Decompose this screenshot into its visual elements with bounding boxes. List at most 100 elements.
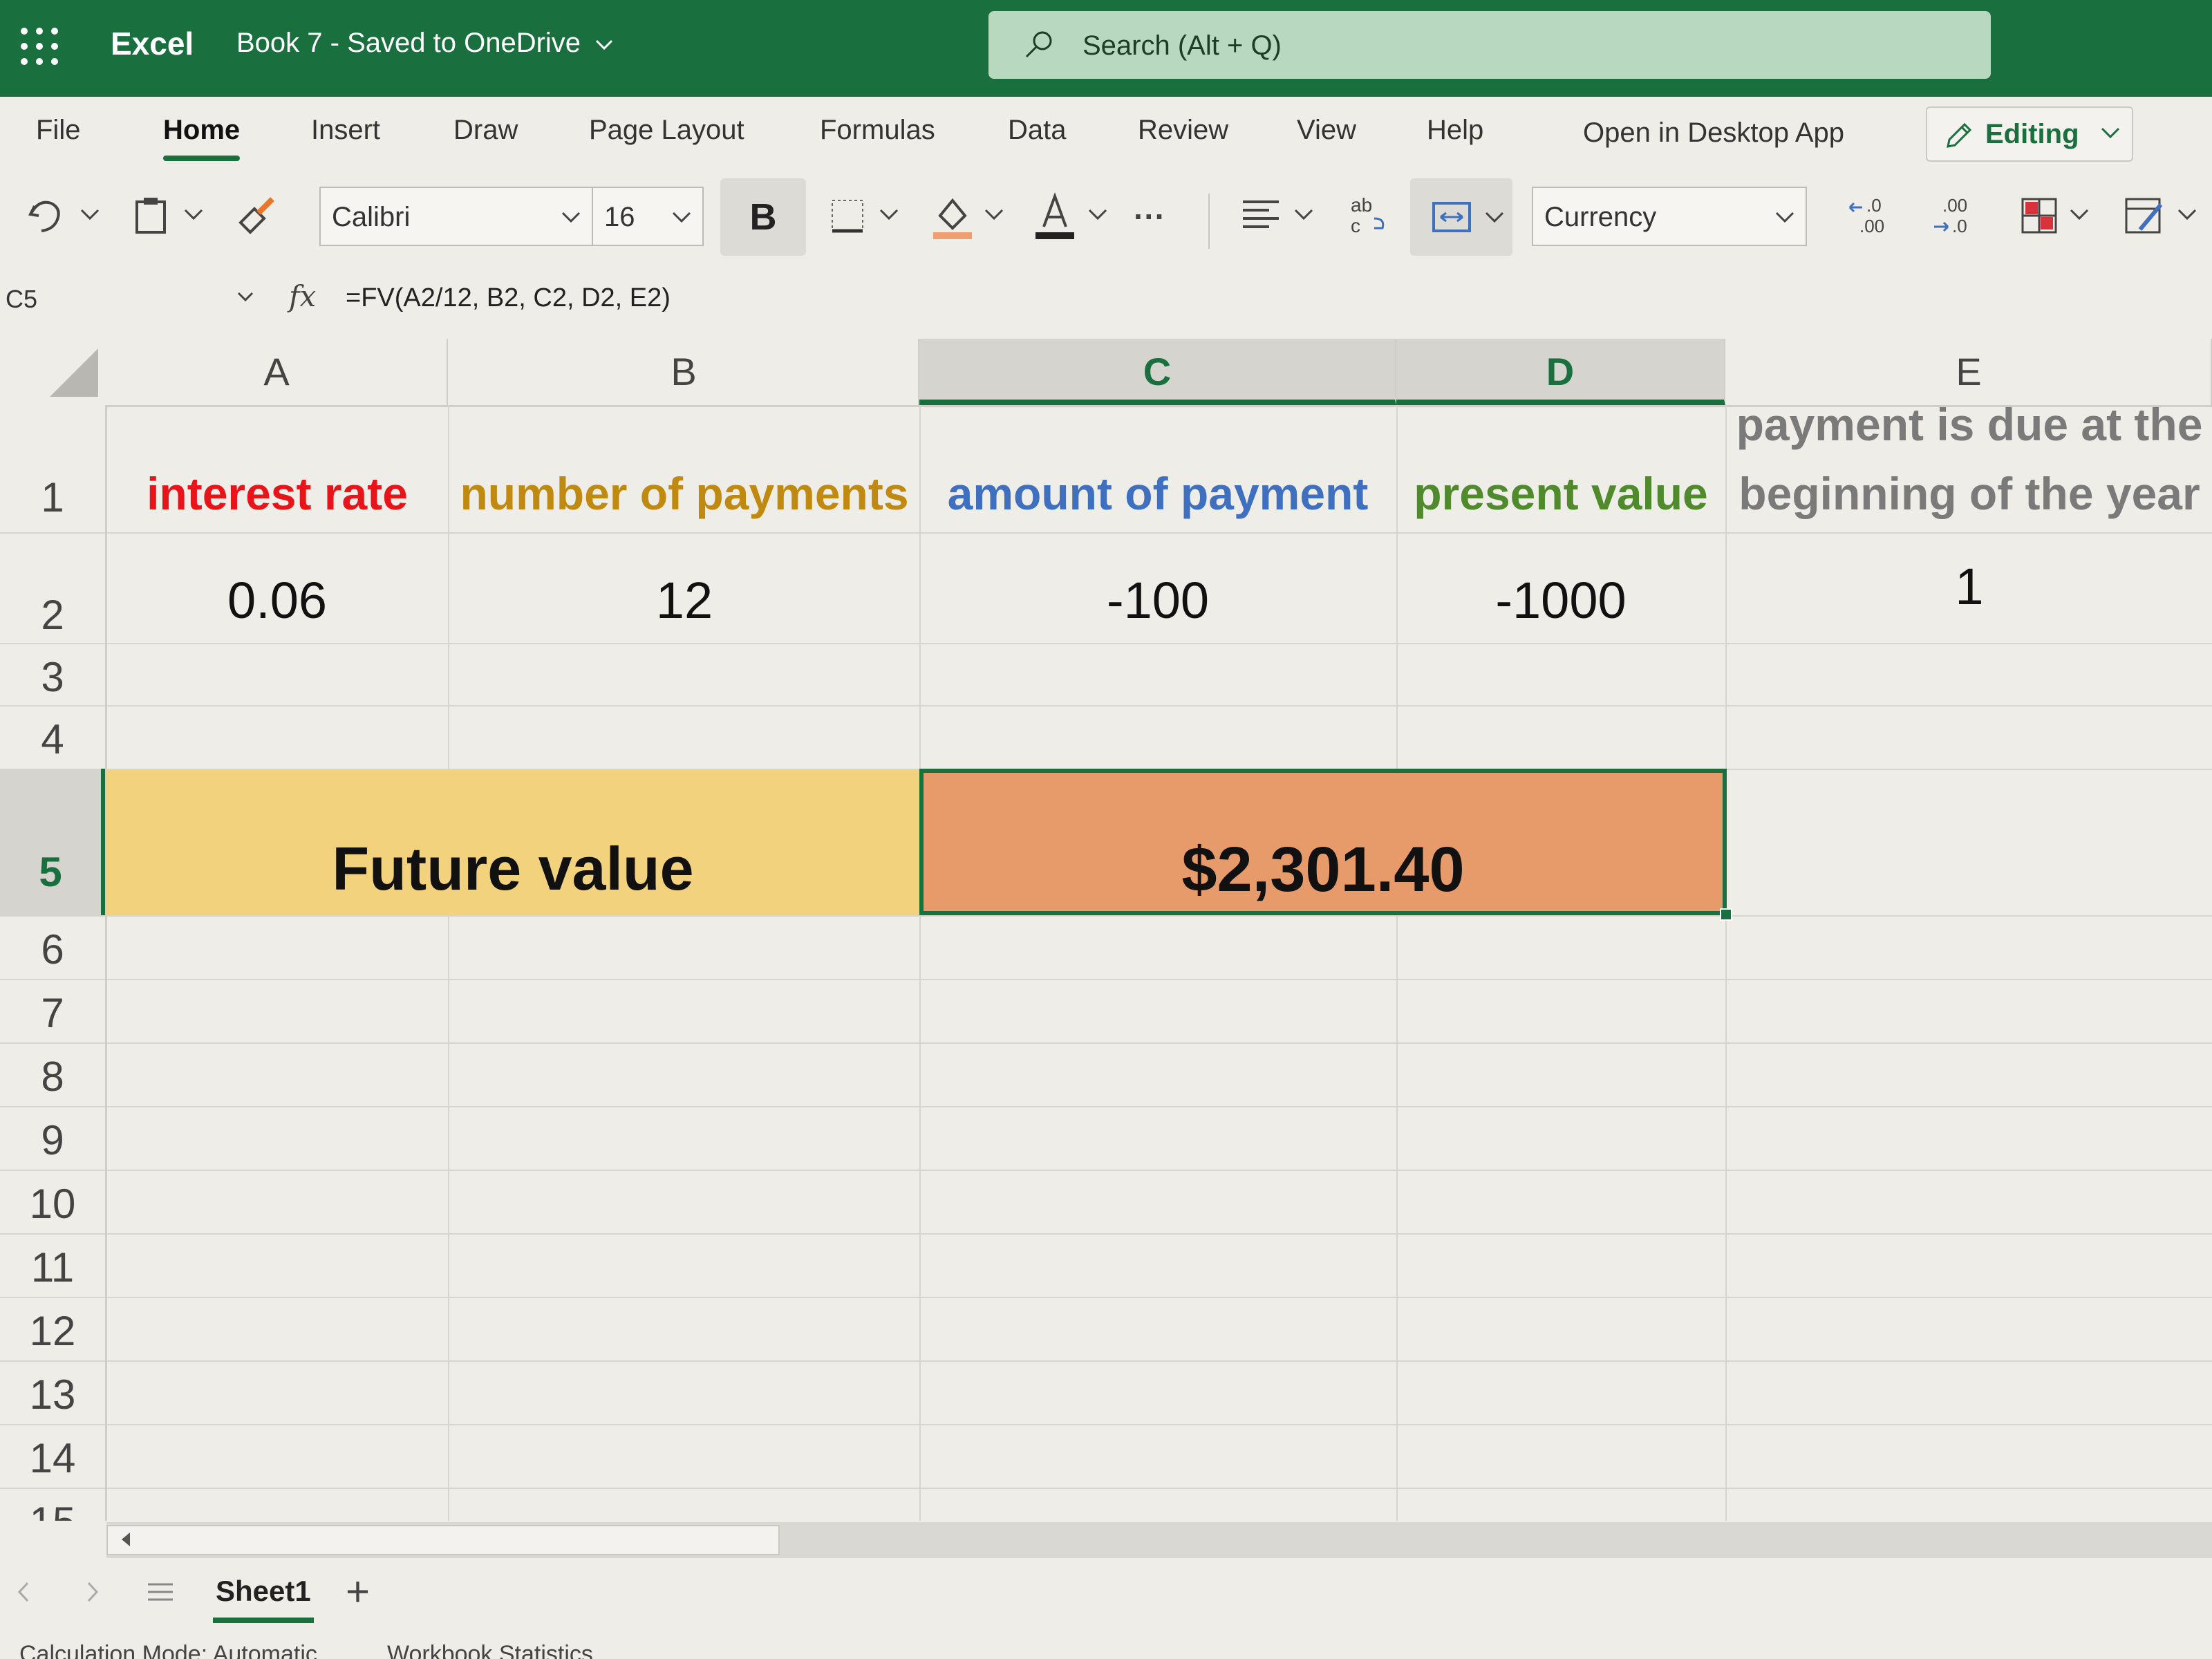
- chevron-down-icon: [1485, 212, 1504, 223]
- add-sheet-button[interactable]: +: [346, 1568, 370, 1615]
- row-header-1[interactable]: 1: [0, 463, 105, 532]
- row-header-7[interactable]: 7: [0, 979, 105, 1042]
- previous-sheet-icon[interactable]: [14, 1575, 35, 1609]
- wrap-text-icon[interactable]: ab c: [1347, 191, 1391, 239]
- cell-b2[interactable]: 12: [449, 571, 919, 630]
- undo-chevron-icon[interactable]: [77, 202, 102, 227]
- merge-center-button[interactable]: [1410, 178, 1512, 256]
- fill-handle[interactable]: [1720, 908, 1732, 921]
- chevron-down-icon[interactable]: [235, 286, 256, 307]
- tab-view[interactable]: View: [1297, 115, 1356, 146]
- conditional-formatting-chevron-icon[interactable]: [2067, 202, 2092, 227]
- scrollbar-thumb[interactable]: [106, 1525, 780, 1555]
- more-options-icon[interactable]: ···: [1134, 198, 1165, 246]
- app-name[interactable]: Excel: [111, 25, 194, 62]
- font-color-icon[interactable]: [1033, 191, 1077, 239]
- row-header-5[interactable]: 5: [0, 769, 105, 915]
- tab-draw[interactable]: Draw: [453, 115, 518, 146]
- row-header-3[interactable]: 3: [0, 643, 105, 705]
- row-header-12[interactable]: 12: [0, 1297, 105, 1360]
- cell-b1[interactable]: number of payments: [449, 467, 919, 520]
- row-header-11[interactable]: 11: [0, 1233, 105, 1297]
- grid-line: [0, 979, 2212, 980]
- tab-page-layout[interactable]: Page Layout: [589, 115, 744, 146]
- chevron-down-icon: [2100, 119, 2121, 153]
- horizontal-scrollbar[interactable]: [106, 1522, 2212, 1558]
- cell-a2[interactable]: 0.06: [106, 571, 448, 630]
- sheet-tab-sheet1[interactable]: Sheet1: [213, 1575, 314, 1623]
- document-title-text: Book 7 - Saved to OneDrive: [236, 28, 581, 58]
- column-header-a[interactable]: A: [106, 339, 448, 405]
- tab-review[interactable]: Review: [1138, 115, 1228, 146]
- svg-text:.00: .00: [1942, 195, 1967, 216]
- cell-a5-merged[interactable]: Future value: [106, 834, 919, 904]
- row-header-6[interactable]: 6: [0, 915, 105, 979]
- app-launcher-icon[interactable]: [21, 28, 59, 66]
- undo-icon[interactable]: [25, 191, 68, 239]
- calculation-mode[interactable]: Calculation Mode: Automatic: [19, 1641, 317, 1659]
- borders-chevron-icon[interactable]: [877, 202, 901, 227]
- paste-icon[interactable]: [131, 191, 171, 239]
- cell-d2[interactable]: -1000: [1396, 571, 1725, 630]
- open-in-desktop-app-button[interactable]: Open in Desktop App: [1583, 118, 1844, 149]
- column-header-e[interactable]: E: [1727, 339, 2212, 405]
- font-size-select[interactable]: 16: [592, 187, 704, 246]
- row-header-2[interactable]: 2: [0, 588, 105, 643]
- workbook-statistics[interactable]: Workbook Statistics: [387, 1641, 593, 1659]
- cell-c2[interactable]: -100: [919, 571, 1396, 630]
- selection-row-indicator: [101, 770, 105, 915]
- row-header-10[interactable]: 10: [0, 1170, 105, 1233]
- editing-mode-button[interactable]: Editing: [1926, 106, 2133, 162]
- row-header-13[interactable]: 13: [0, 1360, 105, 1424]
- tab-file[interactable]: File: [36, 115, 80, 146]
- font-name-select[interactable]: Calibri: [319, 187, 593, 246]
- search-input[interactable]: Search (Alt + Q): [988, 11, 1991, 79]
- font-color-chevron-icon[interactable]: [1085, 202, 1110, 227]
- align-chevron-icon[interactable]: [1291, 202, 1316, 227]
- cell-e2[interactable]: 1: [1727, 557, 2212, 616]
- column-header-d[interactable]: D: [1396, 339, 1725, 405]
- conditional-formatting-icon[interactable]: [2018, 191, 2060, 239]
- scroll-left-icon[interactable]: [116, 1529, 137, 1550]
- select-all-button[interactable]: [50, 348, 98, 397]
- fill-color-icon[interactable]: [930, 191, 975, 239]
- align-icon[interactable]: [1239, 191, 1283, 239]
- decrease-decimal-icon[interactable]: .00 .0: [1929, 191, 1977, 239]
- row-header-14[interactable]: 14: [0, 1424, 105, 1488]
- row-header-4[interactable]: 4: [0, 705, 105, 769]
- fill-color-chevron-icon[interactable]: [982, 202, 1006, 227]
- grid-line: [0, 1233, 2212, 1235]
- row-header-9[interactable]: 9: [0, 1106, 105, 1170]
- format-painter-icon[interactable]: [234, 191, 282, 239]
- row-header-8[interactable]: 8: [0, 1042, 105, 1106]
- document-title[interactable]: Book 7 - Saved to OneDrive: [236, 28, 613, 59]
- format-as-table-icon[interactable]: [2122, 191, 2168, 239]
- cell-a1[interactable]: interest rate: [106, 467, 448, 520]
- column-header-b[interactable]: B: [449, 339, 919, 405]
- tab-help[interactable]: Help: [1427, 115, 1483, 146]
- tab-insert[interactable]: Insert: [311, 115, 380, 146]
- bold-button[interactable]: B: [720, 178, 806, 256]
- next-sheet-icon[interactable]: [82, 1575, 102, 1609]
- increase-decimal-icon[interactable]: .0 .00: [1846, 191, 1894, 239]
- tab-data[interactable]: Data: [1008, 115, 1067, 146]
- name-box[interactable]: C5: [6, 285, 37, 314]
- paste-chevron-icon[interactable]: [181, 202, 206, 227]
- format-as-table-chevron-icon[interactable]: [2175, 202, 2200, 227]
- cell-e1-line1[interactable]: payment is due at the: [1727, 398, 2212, 451]
- number-format-value: Currency: [1544, 202, 1657, 232]
- borders-icon[interactable]: [828, 191, 867, 239]
- tab-formulas[interactable]: Formulas: [820, 115, 935, 146]
- spreadsheet-grid[interactable]: A B C D E 1 2 3 4 5 6 7 8 9 10 11 12 13 …: [0, 339, 2212, 1521]
- cell-e1-line2[interactable]: beginning of the year: [1727, 467, 2212, 520]
- cell-d1[interactable]: present value: [1396, 467, 1725, 520]
- all-sheets-menu-icon[interactable]: [145, 1575, 176, 1609]
- cell-c1[interactable]: amount of payment: [919, 467, 1396, 520]
- formula-input[interactable]: =FV(A2/12, B2, C2, D2, E2): [346, 283, 671, 313]
- column-header-c[interactable]: C: [919, 339, 1396, 405]
- number-format-select[interactable]: Currency: [1532, 187, 1807, 246]
- tab-home[interactable]: Home: [163, 115, 241, 161]
- cell-c5-value[interactable]: $2,301.40: [919, 834, 1727, 906]
- row-header-15[interactable]: 15: [0, 1488, 105, 1521]
- insert-function-icon[interactable]: fx: [289, 279, 316, 313]
